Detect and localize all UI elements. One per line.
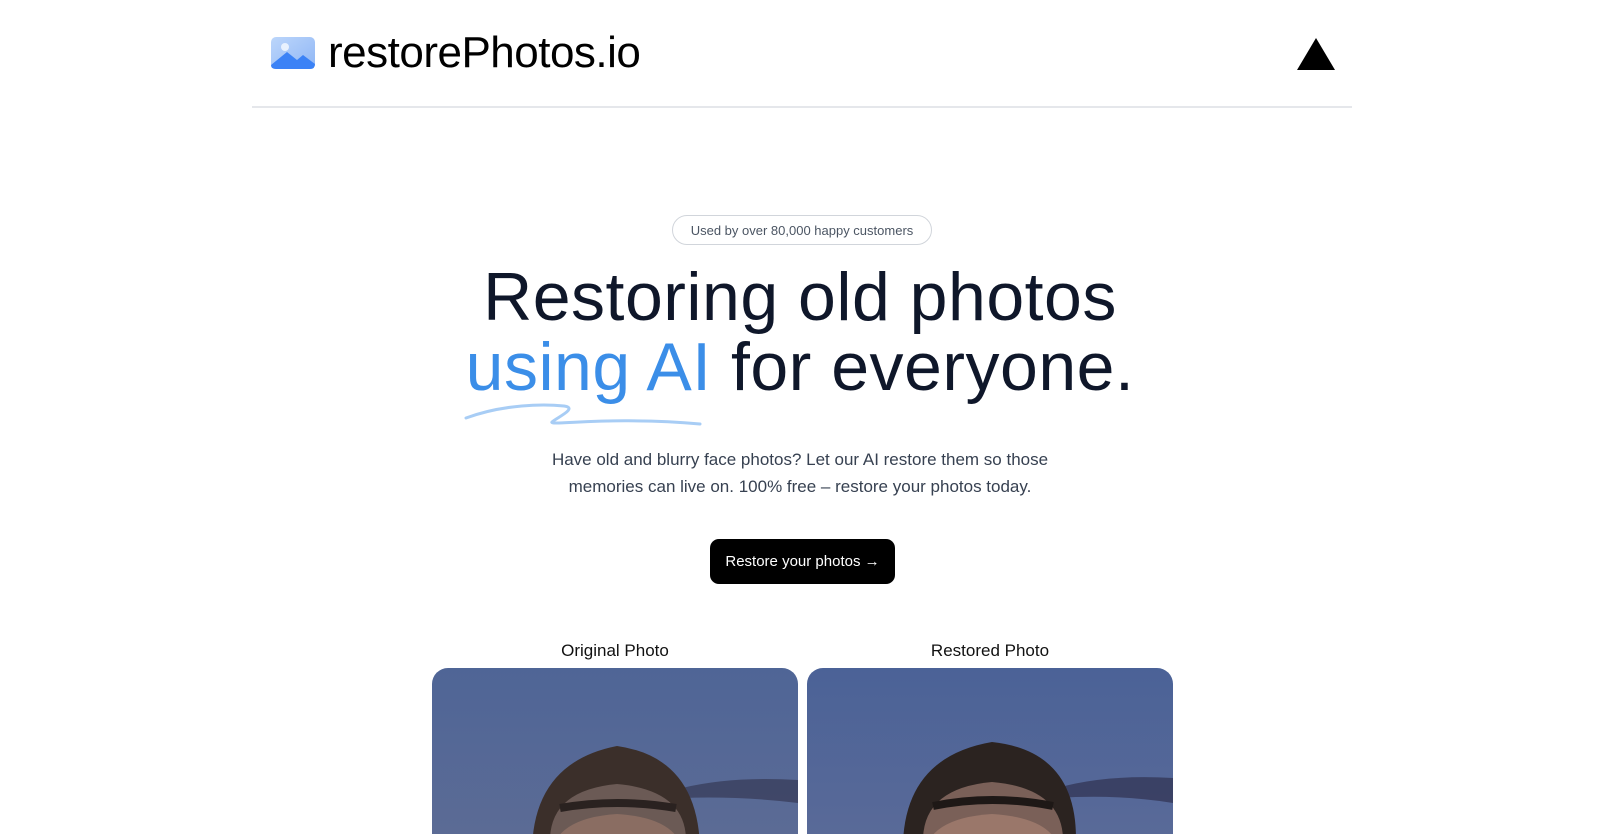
brand-link[interactable]: restorePhotos.io (270, 26, 641, 80)
hero-subtitle: Have old and blurry face photos? Let our… (551, 450, 1049, 496)
headline-line-1: Restoring old photos (483, 259, 1117, 335)
squiggle-underline-icon (464, 403, 702, 426)
customer-count-badge: Used by over 80,000 happy customers (672, 215, 932, 245)
headline-accent: using AI (464, 332, 712, 426)
original-photo-image (432, 668, 798, 834)
headline-line-2: using AI for everyone. (300, 329, 1300, 426)
restored-photo-label: Restored Photo (930, 641, 1050, 660)
restore-photos-button[interactable]: Restore your photos → (710, 539, 895, 584)
hero-headline: Restoring old photos using AI for everyo… (300, 259, 1300, 426)
brand-name: restorePhotos.io (328, 28, 641, 77)
vercel-link[interactable] (1296, 36, 1336, 72)
original-photo-label: Original Photo (561, 641, 669, 660)
headline-rest-text: for everyone. (711, 329, 1135, 405)
triangle-logo-icon (1297, 38, 1335, 70)
site-header: restorePhotos.io (252, 0, 1352, 108)
mountain-image-icon (271, 37, 315, 69)
restored-photo-image (807, 668, 1173, 834)
original-photo (432, 668, 798, 834)
restored-photo (807, 668, 1173, 834)
